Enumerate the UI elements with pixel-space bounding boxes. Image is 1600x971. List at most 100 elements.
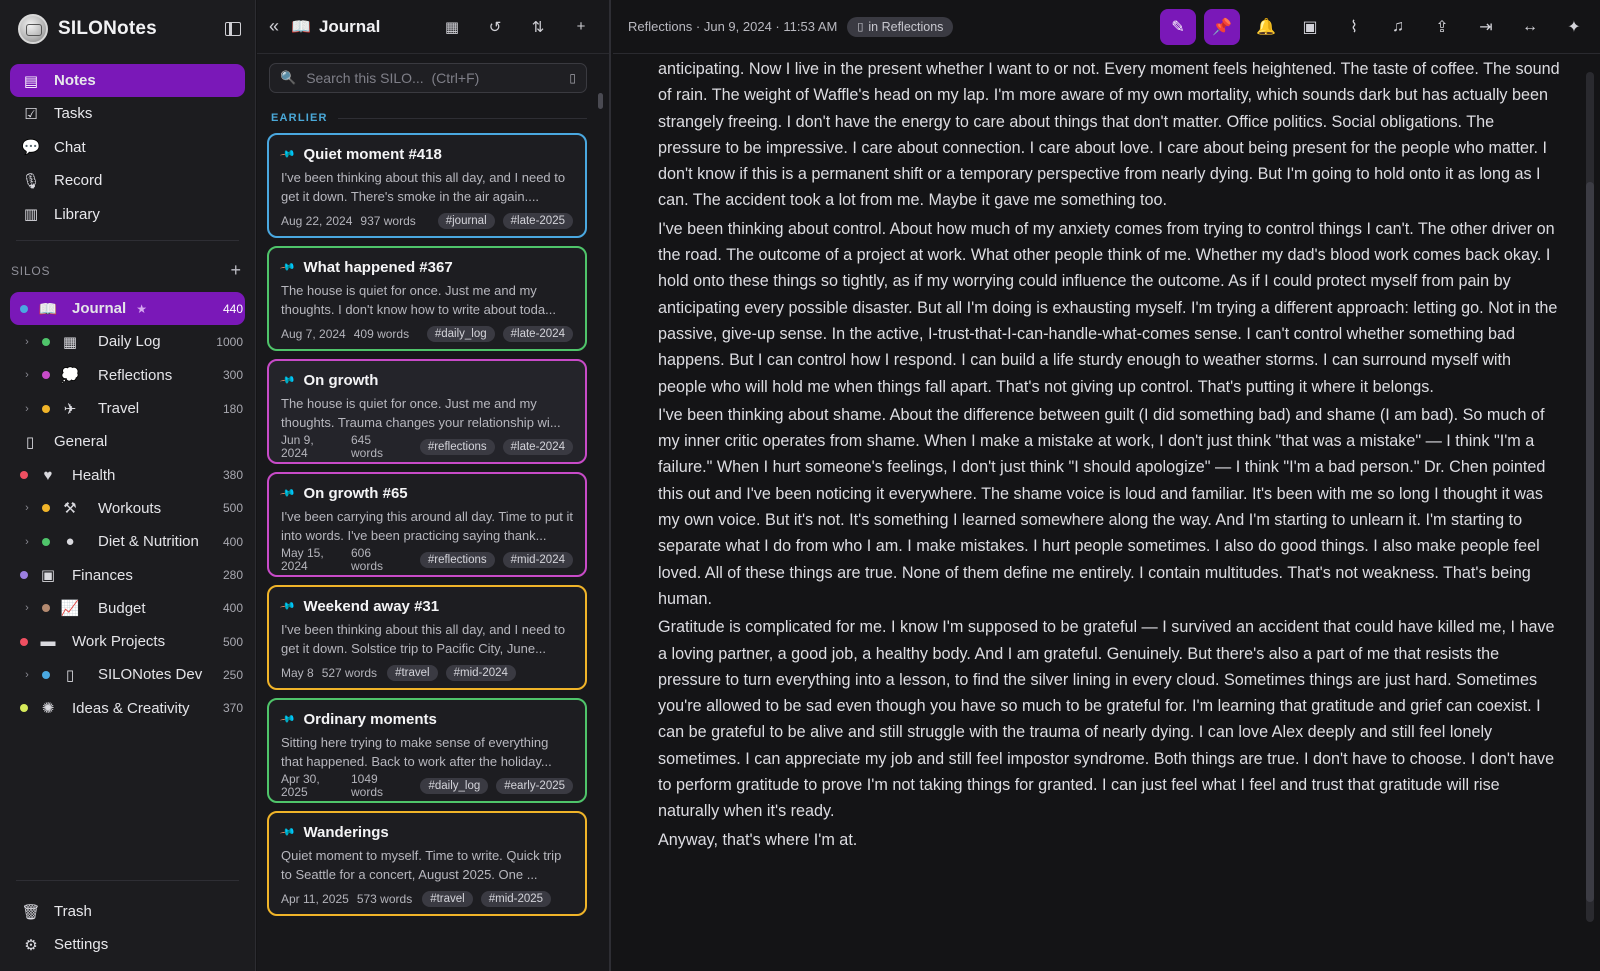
history-icon[interactable]: ↺: [483, 15, 507, 39]
pin-icon: 📌: [1212, 18, 1232, 36]
collapse-sidebar-icon[interactable]: [225, 22, 241, 36]
tag-chip[interactable]: #early-2025: [496, 778, 573, 794]
note-body[interactable]: anticipating. Now I live in the present …: [658, 56, 1560, 855]
star-icon[interactable]: ★: [136, 302, 147, 316]
collapse-list-icon[interactable]: «: [269, 16, 279, 37]
tag-chip[interactable]: #daily_log: [420, 778, 489, 794]
note-card-title-text: On growth #65: [303, 484, 408, 502]
silo-item-journal[interactable]: 📖 Journal ★ 440: [10, 292, 245, 326]
editor-scrollbar[interactable]: [1586, 72, 1594, 922]
note-card[interactable]: 📌 Quiet moment #418 I've been thinking abo…: [267, 133, 587, 238]
tag-chip[interactable]: #mid-2024: [502, 552, 573, 568]
silo-count: 370: [222, 701, 243, 716]
silo-badge[interactable]: ▯ in Reflections: [847, 16, 954, 37]
silo-item-finances[interactable]: ▣ Finances 280: [10, 558, 245, 591]
pin-button[interactable]: 📌: [1204, 8, 1240, 45]
share-button[interactable]: ⇪: [1424, 9, 1460, 45]
silo-item-silonotes-dev[interactable]: › ▯ SILONotes Dev 250: [10, 658, 245, 691]
chevron-right-icon[interactable]: ›: [20, 403, 34, 415]
layout-icon[interactable]: ▦: [440, 15, 464, 39]
note-card-tags: #journal #late-2025: [437, 213, 573, 229]
silo-color-dot: [42, 337, 50, 346]
note-card-meta: Aug 22, 2024 937 words #journal #late-2025: [281, 206, 573, 236]
note-card-meta: May 15, 2024 606 words #reflections #mid-20…: [281, 545, 573, 575]
sort-icon[interactable]: ⇅: [526, 15, 550, 39]
reminder-button[interactable]: 🔔: [1248, 9, 1284, 45]
silo-label: Budget: [98, 599, 146, 617]
note-icon: ▤: [23, 72, 39, 90]
tag-chip[interactable]: #late-2025: [502, 213, 573, 229]
nav-item-label: Tasks: [54, 105, 93, 123]
silo-item-budget[interactable]: › 📈 Budget 400: [10, 592, 245, 625]
chevron-right-icon[interactable]: ›: [20, 502, 34, 514]
nav-item-trash[interactable]: 🗑 Trash: [10, 895, 245, 928]
nav-item-notes[interactable]: ▤ Notes: [10, 64, 245, 97]
silo-item-health[interactable]: ♥ Health 380: [10, 458, 245, 491]
nav-item-chat[interactable]: 💬 Chat: [10, 131, 245, 164]
search-box[interactable]: 🔍 ▯: [269, 63, 587, 93]
tag-chip[interactable]: #late-2024: [502, 326, 573, 342]
note-card[interactable]: 📌 Weekend away #31 I've been thinking abou…: [267, 585, 587, 690]
tag-chip[interactable]: #late-2024: [502, 439, 573, 455]
note-card[interactable]: 📌 What happened #367 The house is quiet fo…: [267, 246, 587, 351]
silo-count: 400: [222, 601, 243, 616]
move-button[interactable]: ⇥: [1468, 9, 1504, 45]
silo-item-travel[interactable]: › ✈ Travel 180: [10, 392, 245, 425]
silo-color-dot: [42, 670, 50, 679]
silo-item-reflections[interactable]: › 💭 Reflections 300: [10, 359, 245, 392]
note-card[interactable]: 📌 On growth The house is quiet for once. J…: [267, 359, 587, 464]
note-card-title-text: What happened #367: [303, 258, 453, 276]
audio-button[interactable]: ♫: [1380, 9, 1416, 45]
search-input[interactable]: [306, 70, 570, 86]
nav-item-library[interactable]: ▥ Library: [10, 198, 245, 231]
width-button[interactable]: ↔: [1512, 9, 1548, 45]
nav-item-settings[interactable]: ⚙ Settings: [10, 928, 245, 961]
nav-item-record[interactable]: 🎙 Record: [10, 164, 245, 197]
silo-item-ideas-creativity[interactable]: ✺ Ideas & Creativity 370: [10, 692, 245, 725]
add-image-button[interactable]: ▣: [1292, 9, 1328, 45]
note-card-title-text: Weekend away #31: [303, 597, 440, 615]
brand: SILONotes: [18, 13, 241, 45]
nav-item-tasks[interactable]: ☑ Tasks: [10, 97, 245, 130]
tag-chip[interactable]: #daily_log: [426, 326, 495, 342]
tag-chip[interactable]: #mid-2025: [480, 891, 552, 907]
tag-chip[interactable]: #reflections: [419, 552, 495, 568]
chevron-right-icon[interactable]: ›: [20, 602, 34, 614]
ai-button[interactable]: ✦: [1556, 9, 1592, 45]
list-header: « 📖 Journal ▦ ↺ ⇅ +: [257, 0, 609, 54]
note-card[interactable]: 📌 Wanderings Quiet moment to myself. Time …: [267, 811, 587, 916]
silo-label: Journal: [72, 300, 127, 318]
silo-label: General: [54, 433, 108, 451]
add-silo-icon[interactable]: +: [230, 260, 241, 281]
silo-item-workouts[interactable]: › ⚒ Workouts 500: [10, 492, 245, 525]
silo-color-dot: [42, 604, 50, 613]
chevron-right-icon[interactable]: ›: [20, 369, 34, 381]
edit-button[interactable]: ✎: [1160, 8, 1196, 45]
divider: [16, 880, 239, 881]
note-card[interactable]: 📌 Ordinary moments Sitting here trying to …: [267, 698, 587, 803]
chevron-right-icon[interactable]: ›: [20, 536, 34, 548]
chevron-right-icon[interactable]: ›: [20, 336, 34, 348]
chevron-right-icon[interactable]: ›: [20, 669, 34, 681]
note-card-word-count: 409 words: [353, 327, 410, 341]
silo-item-general[interactable]: ▯ General: [10, 425, 245, 458]
attach-button[interactable]: ⌇: [1336, 9, 1372, 45]
new-note-icon[interactable]: +: [569, 15, 593, 39]
tag-chip[interactable]: #travel: [422, 891, 473, 907]
main-nav: ▤ Notes ☑ Tasks 💬 Chat 🎙 Record ▥ Library: [10, 64, 245, 231]
silo-color-dot: [20, 704, 28, 713]
silo-item-work-projects[interactable]: ▬ Work Projects 500: [10, 625, 245, 658]
silo-label: SILONotes Dev: [98, 666, 203, 684]
silo-item-daily-log[interactable]: › ▦ Daily Log 1000: [10, 325, 245, 358]
list-scrollbar[interactable]: [598, 93, 603, 109]
tag-chip[interactable]: #reflections: [419, 439, 495, 455]
tag-chip[interactable]: #mid-2024: [445, 665, 516, 681]
note-card-word-count: 573 words: [356, 892, 413, 906]
note-card[interactable]: 📌 On growth #65 I've been carrying this ar…: [267, 472, 587, 577]
silo-count: 380: [222, 468, 243, 483]
tag-chip[interactable]: #journal: [437, 213, 495, 229]
editor-header: Reflections · Jun 9, 2024 · 11:53 AM ▯ i…: [613, 0, 1600, 54]
note-paragraph: I've been thinking about control. About …: [658, 219, 1558, 396]
silo-item-diet-nutrition[interactable]: › ● Diet & Nutrition 400: [10, 525, 245, 558]
tag-chip[interactable]: #travel: [387, 665, 438, 681]
